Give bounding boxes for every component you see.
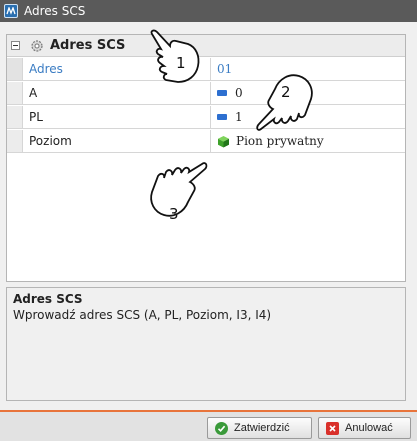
property-row-a[interactable]: A 0 (7, 82, 405, 105)
title-bar: Adres SCS (0, 0, 417, 22)
pointing-hand-callout-3: 3 (150, 162, 208, 223)
window-title: Adres SCS (24, 4, 86, 18)
pointing-hand-callout-2: 2 (256, 74, 313, 131)
property-row-poziom[interactable]: Poziom Pion prywatny (7, 130, 405, 153)
confirm-label: Zatwierdzić (234, 422, 290, 434)
pointing-hand-callout-1: 1 (150, 29, 200, 83)
property-grid: Adres SCS Adres 01 A 0 PL 1 Poziom Pion … (6, 34, 406, 282)
callout-number: 2 (281, 83, 291, 101)
green-cube-icon (218, 135, 229, 147)
callout-number: 1 (176, 54, 186, 72)
cancel-label: Anulować (345, 422, 393, 434)
cancel-button[interactable]: Anulować (318, 417, 411, 439)
property-name: Poziom (23, 130, 211, 152)
property-row-pl[interactable]: PL 1 (7, 106, 405, 129)
collapse-icon[interactable] (11, 41, 20, 50)
description-title: Adres SCS (13, 292, 83, 306)
gear-icon (31, 39, 43, 52)
property-row-adres[interactable]: Adres 01 (7, 58, 405, 81)
button-bar: Zatwierdzić Anulować (0, 410, 417, 441)
property-group-label: Adres SCS (50, 38, 126, 53)
flag-icon (217, 114, 227, 120)
property-group-header[interactable]: Adres SCS (7, 35, 405, 57)
description-text: Wprowadź adres SCS (A, PL, Poziom, I3, I… (13, 308, 272, 322)
callout-number: 3 (169, 205, 179, 223)
description-panel: Adres SCS Wprowadź adres SCS (A, PL, Poz… (6, 287, 406, 401)
property-name: PL (23, 106, 211, 128)
close-icon (326, 421, 339, 435)
checkmark-icon (215, 421, 228, 435)
flag-icon (217, 90, 227, 96)
confirm-button[interactable]: Zatwierdzić (207, 417, 312, 439)
app-icon (4, 4, 18, 18)
property-value: 1 (235, 110, 243, 124)
property-value: 0 (235, 86, 243, 100)
